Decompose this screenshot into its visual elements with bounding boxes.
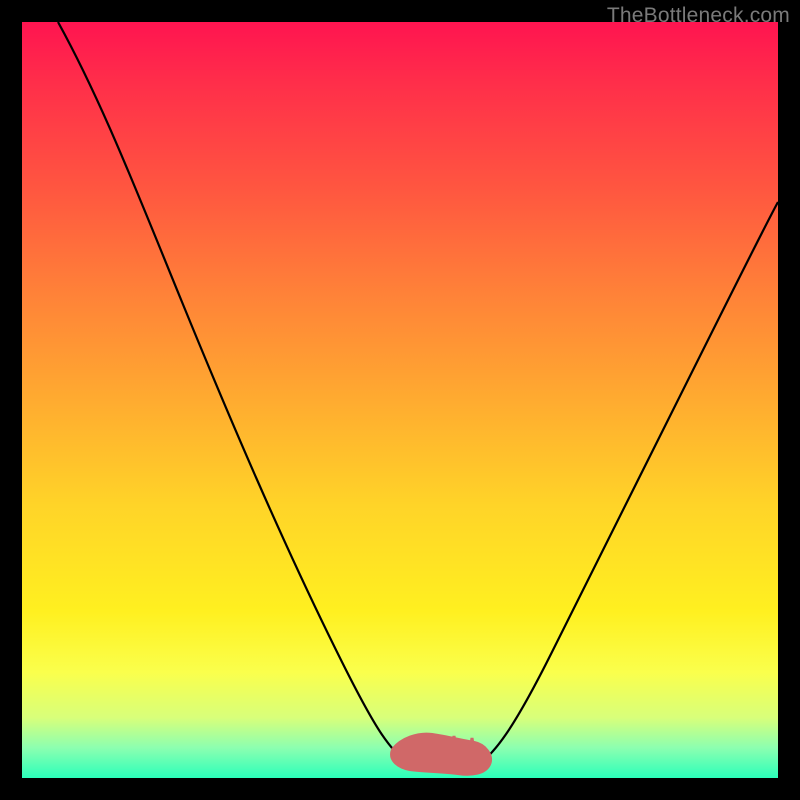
watermark-text: TheBottleneck.com	[607, 4, 790, 28]
chart-svg	[22, 22, 778, 778]
bottleneck-curve	[58, 22, 778, 771]
optimal-band	[393, 736, 489, 773]
chart-area	[22, 22, 778, 778]
